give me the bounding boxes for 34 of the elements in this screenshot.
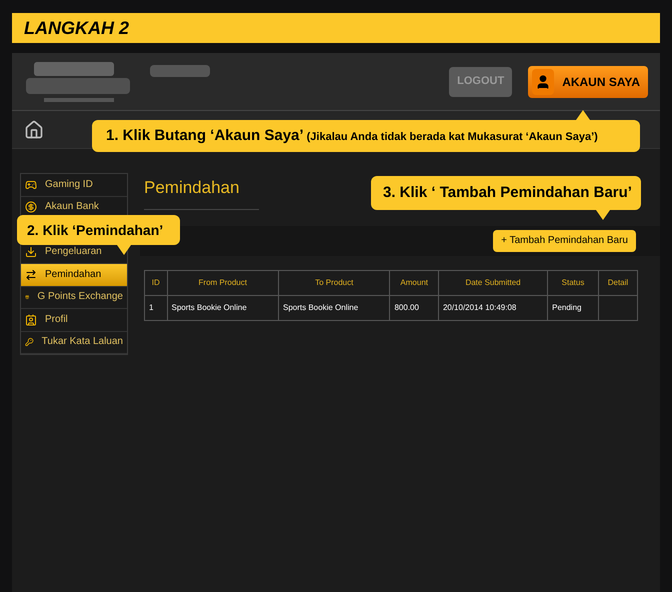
- transfer-arrows-icon: [25, 268, 37, 280]
- sidebar-item[interactable]: Pengeluaran: [45, 246, 102, 258]
- table-cell: Sports Bookie Online: [283, 302, 358, 312]
- gamepad-icon: [25, 178, 37, 190]
- sidebar-item[interactable]: Gaming ID: [45, 178, 93, 190]
- table-cell: 800.00: [394, 302, 419, 312]
- table-cell: Sports Bookie Online: [172, 302, 247, 312]
- page-title: Pemindahan: [144, 173, 260, 210]
- column-header: Status: [548, 270, 598, 295]
- user-icon: [535, 74, 552, 90]
- sidebar-item[interactable]: Tukar Kata Laluan: [42, 336, 123, 348]
- download-icon: [25, 246, 37, 258]
- key-icon: [25, 336, 34, 348]
- table-cell: Pending: [552, 302, 582, 312]
- step-title: LANGKAH 2: [24, 16, 130, 40]
- column-header: From Product: [167, 270, 278, 295]
- contact-card-icon: [25, 314, 37, 326]
- column-header: ID: [144, 270, 168, 295]
- add-transfer-button[interactable]: + Tambah Pemindahan Baru: [493, 230, 636, 252]
- home-icon[interactable]: [24, 120, 44, 140]
- column-header: Detail: [598, 270, 638, 295]
- callout-text: 1. Klik Butang ‘Akaun Saya’ (Jikalau Anda tidak berada kat Mukasurat ‘Akaun Saya’): [106, 126, 598, 146]
- column-header: To Product: [278, 270, 390, 295]
- coin-icon: [25, 201, 37, 213]
- sidebar-item[interactable]: Akaun Bank: [45, 201, 99, 213]
- callout-text: 2. Klik ‘Pemindahan’: [27, 220, 164, 240]
- sidebar-item[interactable]: G Points Exchange: [37, 291, 123, 303]
- column-header: Date Submitted: [438, 270, 548, 295]
- sidebar-item[interactable]: Profil: [45, 314, 68, 326]
- table-cell: 1: [149, 302, 154, 312]
- table-cell: 20/10/2014 10:49:08: [442, 302, 516, 312]
- callout-text: 3. Klik ‘ Tambah Pemindahan Baru’: [383, 182, 632, 203]
- column-header: Amount: [390, 270, 438, 295]
- account-button[interactable]: AKAUN SAYA: [528, 66, 648, 98]
